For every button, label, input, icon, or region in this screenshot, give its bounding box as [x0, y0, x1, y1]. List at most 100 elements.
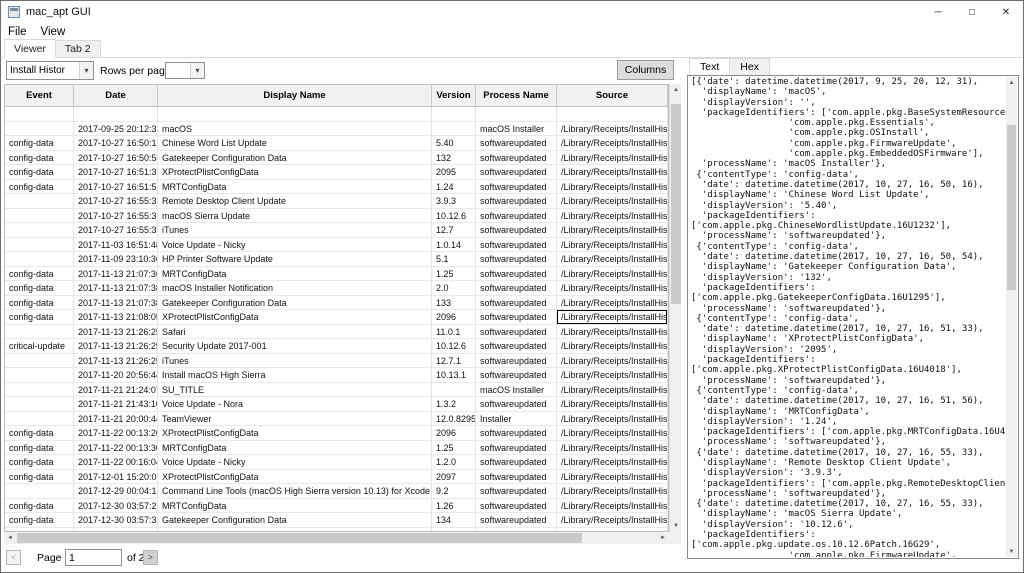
table-cell[interactable]: softwareupdated — [476, 136, 557, 151]
table-cell[interactable]: softwareupdated — [476, 194, 557, 209]
table-cell[interactable]: /Library/Receipts/InstallHisto — [557, 180, 668, 195]
table-cell[interactable]: 2017-10-27 16:55:33 — [74, 223, 158, 238]
table-row[interactable]: 2017-11-03 16:51:48 Voice Update - Nicky… — [5, 238, 668, 253]
table-cell[interactable] — [158, 528, 432, 532]
table-cell[interactable]: 2017-10-27 16:50:54 — [74, 151, 158, 166]
tab-text[interactable]: Text — [689, 58, 730, 75]
table-row[interactable]: config-data 2017-12-30 03:57:27 MRTConfi… — [5, 499, 668, 514]
app-icon[interactable] — [8, 6, 20, 18]
rows-per-page-select[interactable]: ▾ — [165, 62, 205, 79]
table-cell[interactable]: config-data — [5, 281, 74, 296]
table-cell[interactable]: 2.0 — [432, 281, 476, 296]
table-cell[interactable]: MRTConfigData — [158, 180, 432, 195]
table-cell[interactable]: XProtectPlistConfigData — [158, 470, 432, 485]
maximize-icon[interactable]: □ — [955, 1, 989, 23]
table-cell[interactable]: 2017-11-20 20:56:44 — [74, 368, 158, 383]
table-cell[interactable]: config-data — [5, 499, 74, 514]
table-cell[interactable]: 1.25 — [432, 267, 476, 282]
table-cell[interactable]: config-data — [5, 470, 74, 485]
table-cell[interactable]: 1.25 — [432, 441, 476, 456]
table-cell[interactable]: 2017-11-09 23:10:36 — [74, 252, 158, 267]
table-cell[interactable] — [74, 107, 158, 122]
table-row[interactable]: config-data 2017-11-22 00:13:30 MRTConfi… — [5, 441, 668, 456]
table-cell[interactable]: 5.40 — [432, 136, 476, 151]
minimize-icon[interactable]: ─ — [921, 1, 955, 23]
table-cell[interactable]: config-data — [5, 165, 74, 180]
scroll-down-icon[interactable]: ▼ — [1006, 546, 1017, 557]
table-cell[interactable] — [5, 223, 74, 238]
table-cell[interactable]: XProtectPlistConfigData — [158, 310, 432, 325]
table-cell[interactable] — [74, 528, 158, 532]
table-cell[interactable] — [5, 383, 74, 398]
table-cell[interactable]: 2095 — [432, 165, 476, 180]
column-header-date[interactable]: Date — [74, 85, 158, 106]
table-cell[interactable]: 2017-11-21 21:43:10 — [74, 397, 158, 412]
scroll-right-icon[interactable]: ► — [657, 532, 669, 544]
table-cell[interactable]: XProtectPlistConfigData — [158, 426, 432, 441]
table-cell[interactable] — [5, 368, 74, 383]
table-cell[interactable]: /Library/Receipts/InstallHisto — [557, 484, 668, 499]
table-cell[interactable]: /Library/Receipts/InstallHisto — [557, 412, 668, 427]
table-cell[interactable] — [476, 107, 557, 122]
table-cell[interactable]: softwareupdated — [476, 267, 557, 282]
table-cell[interactable] — [5, 325, 74, 340]
table-cell[interactable]: 11.0.1 — [432, 325, 476, 340]
table-cell[interactable]: 132 — [432, 151, 476, 166]
table-cell[interactable]: 10.13.1 — [432, 368, 476, 383]
table-row[interactable]: 2017-10-27 16:55:33 iTunes 12.7 software… — [5, 223, 668, 238]
table-cell[interactable]: SU_TITLE — [158, 383, 432, 398]
table-cell[interactable] — [5, 209, 74, 224]
table-cell[interactable]: /Library/Receipts/InstallHisto — [557, 194, 668, 209]
table-cell[interactable]: 2017-12-30 03:57:30 — [74, 513, 158, 528]
table-cell[interactable]: softwareupdated — [476, 426, 557, 441]
table-cell[interactable]: Voice Update - Nicky — [158, 238, 432, 253]
table-cell[interactable]: config-data — [5, 310, 74, 325]
scrollbar-thumb[interactable] — [671, 104, 681, 304]
detail-text-panel[interactable]: [{'date': datetime.datetime(2017, 9, 25,… — [687, 75, 1019, 559]
table-cell[interactable]: /Library/Receipts/InstallHisto — [557, 252, 668, 267]
table-cell[interactable]: 10.12.6 — [432, 209, 476, 224]
table-cell[interactable]: /Library/Receipts/InstallHisto — [557, 397, 668, 412]
table-cell[interactable] — [5, 484, 74, 499]
table-cell[interactable] — [5, 194, 74, 209]
column-header-event[interactable]: Event — [5, 85, 74, 106]
table-cell[interactable]: Command Line Tools (macOS High Sierra ve… — [158, 484, 432, 499]
table-row[interactable]: 2017-11-13 21:26:25 iTunes 12.7.1 softwa… — [5, 354, 668, 369]
table-cell[interactable]: 12.0.82953 — [432, 412, 476, 427]
table-cell[interactable]: 2017-11-22 00:16:04 — [74, 455, 158, 470]
table-row[interactable] — [5, 107, 668, 122]
table-cell[interactable]: HP Printer Software Update — [158, 252, 432, 267]
table-cell[interactable] — [5, 397, 74, 412]
table-cell[interactable]: 9.2 — [432, 484, 476, 499]
table-cell[interactable]: Security Update 2017-001 — [158, 339, 432, 354]
table-cell[interactable]: 1.26 — [432, 499, 476, 514]
table-row[interactable]: 2017-10-27 16:55:33 Remote Desktop Clien… — [5, 194, 668, 209]
table-cell[interactable]: Install macOS High Sierra — [158, 368, 432, 383]
table-cell[interactable]: /Library/Receipts/InstallHisto — [557, 339, 668, 354]
table-cell[interactable]: /Library/Receipts/InstallHisto — [557, 383, 668, 398]
table-cell[interactable]: softwareupdated — [476, 339, 557, 354]
table-cell[interactable]: Remote Desktop Client Update — [158, 194, 432, 209]
table-cell[interactable]: softwareupdated — [476, 223, 557, 238]
table-cell[interactable]: /Library/Receipts/InstallHisto — [557, 238, 668, 253]
table-cell[interactable]: softwareupdated — [476, 354, 557, 369]
table-cell[interactable]: TeamViewer — [158, 412, 432, 427]
scroll-down-icon[interactable]: ▼ — [670, 520, 682, 532]
table-cell[interactable]: 2017-11-13 21:26:25 — [74, 339, 158, 354]
columns-button[interactable]: Columns — [617, 60, 674, 80]
table-cell[interactable]: softwareupdated — [476, 209, 557, 224]
table-cell[interactable] — [476, 528, 557, 532]
tab-hex[interactable]: Hex — [729, 58, 770, 75]
table-cell[interactable]: 2017-12-01 15:20:09 — [74, 470, 158, 485]
table-cell[interactable]: iTunes — [158, 354, 432, 369]
table-cell[interactable]: MRTConfigData — [158, 441, 432, 456]
table-cell[interactable] — [432, 107, 476, 122]
tab-2[interactable]: Tab 2 — [55, 40, 101, 57]
table-cell[interactable]: 12.7.1 — [432, 354, 476, 369]
table-row[interactable]: 2017-10-27 16:55:33 macOS Sierra Update … — [5, 209, 668, 224]
table-cell[interactable]: 2017-11-13 21:07:38 — [74, 296, 158, 311]
table-row[interactable]: 2017-11-20 20:56:44 Install macOS High S… — [5, 368, 668, 383]
table-cell[interactable]: config-data — [5, 455, 74, 470]
column-header-version[interactable]: Version — [432, 85, 476, 106]
table-cell[interactable]: softwareupdated — [476, 325, 557, 340]
